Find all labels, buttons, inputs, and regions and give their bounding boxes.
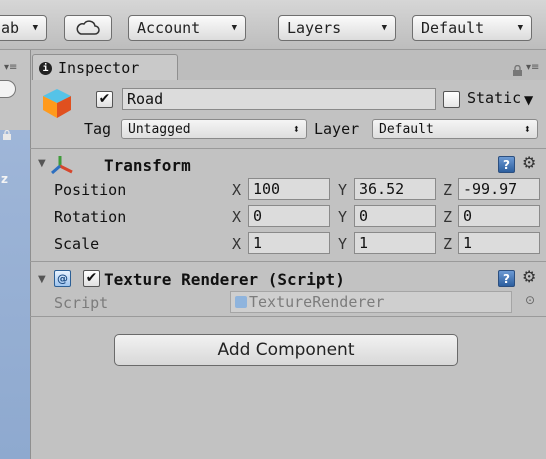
z-axis-label: Z	[443, 208, 453, 226]
layout-dropdown-label: Default	[421, 19, 485, 37]
layers-dropdown-label: Layers	[287, 19, 342, 37]
transform-title: Transform	[104, 156, 191, 175]
gameobject-name-field[interactable]: Road	[122, 88, 436, 110]
y-axis-label: Y	[338, 235, 348, 253]
cloud-icon	[76, 20, 100, 35]
position-x-field[interactable]: 100	[248, 178, 330, 200]
add-component-button[interactable]: Add Component	[114, 334, 458, 366]
tag-dropdown-value: Untagged	[128, 121, 191, 137]
scale-y-field[interactable]: 1	[354, 232, 436, 254]
divider	[30, 316, 546, 317]
info-icon: i	[39, 61, 52, 75]
position-z-field[interactable]: -99.97	[458, 178, 540, 200]
script-object-value: TextureRenderer	[249, 293, 385, 311]
script-component-icon: @	[54, 270, 71, 287]
rotation-y-value: 0	[359, 207, 369, 225]
position-x-value: 100	[253, 180, 281, 198]
position-y-field[interactable]: 36.52	[354, 178, 436, 200]
texture-renderer-title: Texture Renderer (Script)	[104, 270, 345, 289]
account-dropdown-label: Account	[137, 19, 201, 37]
updown-arrows-icon: ⬍	[292, 122, 300, 136]
x-axis-label: X	[232, 235, 242, 253]
updown-arrows-icon: ⬍	[523, 122, 531, 136]
layout-dropdown[interactable]: Default ▼	[412, 15, 532, 41]
position-y-value: 36.52	[359, 180, 405, 198]
object-picker-icon[interactable]: ⊙	[525, 293, 535, 307]
gameobject-name-value: Road	[127, 90, 164, 108]
transform-axes-icon	[50, 154, 74, 176]
gameobject-cube-icon	[40, 86, 74, 120]
layer-label: Layer	[314, 120, 360, 138]
panel-menu-icon[interactable]: ▾≡	[526, 62, 539, 73]
add-component-label: Add Component	[217, 340, 355, 360]
prefab-dropdown-label: ab	[1, 19, 20, 37]
layer-dropdown[interactable]: Default ⬍	[372, 119, 538, 139]
position-z-value: -99.97	[463, 180, 518, 198]
gameobject-active-checkbox[interactable]: ✔	[96, 91, 113, 108]
static-label: Static	[467, 89, 522, 107]
gear-icon[interactable]: ⚙	[522, 267, 536, 286]
rotation-y-field[interactable]: 0	[354, 205, 436, 227]
static-checkbox[interactable]	[443, 91, 460, 108]
script-file-icon	[235, 296, 247, 308]
chevron-down-icon: ▼	[517, 23, 523, 33]
z-axis-label: Z	[443, 181, 453, 199]
gear-icon[interactable]: ⚙	[522, 153, 536, 172]
scale-x-value: 1	[253, 234, 263, 252]
component-enabled-checkbox[interactable]: ✔	[83, 270, 100, 287]
scale-z-field[interactable]: 1	[458, 232, 540, 254]
script-object-field[interactable]: TextureRenderer	[230, 291, 512, 313]
static-dropdown-caret-icon[interactable]: ▼	[524, 93, 533, 107]
prefab-dropdown[interactable]: ab ▼	[0, 15, 47, 41]
divider	[30, 261, 546, 262]
rotation-x-value: 0	[253, 207, 263, 225]
z-axis-label: Z	[443, 235, 453, 253]
lock-icon[interactable]	[512, 62, 523, 76]
chevron-down-icon: ▼	[32, 23, 38, 33]
chevron-down-icon: ▼	[381, 23, 387, 33]
scale-y-value: 1	[359, 234, 369, 252]
tab-inspector[interactable]: i Inspector	[32, 54, 178, 81]
position-label: Position	[54, 181, 127, 199]
scene-axis-label: z	[1, 172, 8, 186]
help-book-icon[interactable]: ?	[498, 270, 515, 287]
rotation-label: Rotation	[54, 208, 127, 226]
rotation-z-field[interactable]: 0	[458, 205, 540, 227]
panel-menu-icon[interactable]: ▾≡	[4, 62, 17, 73]
rotation-z-value: 0	[463, 207, 473, 225]
tag-dropdown[interactable]: Untagged ⬍	[121, 119, 307, 139]
y-axis-label: Y	[338, 208, 348, 226]
tab-inspector-label: Inspector	[58, 59, 140, 77]
lock-icon	[2, 126, 12, 140]
rotation-x-field[interactable]: 0	[248, 205, 330, 227]
foldout-arrow-icon[interactable]: ▼	[38, 274, 46, 285]
x-axis-label: X	[232, 208, 242, 226]
scale-label: Scale	[54, 235, 100, 253]
help-book-icon[interactable]: ?	[498, 156, 515, 173]
x-axis-label: X	[232, 181, 242, 199]
layers-dropdown[interactable]: Layers ▼	[278, 15, 396, 41]
tag-label: Tag	[84, 120, 112, 138]
chevron-down-icon: ▼	[231, 23, 237, 33]
cloud-button[interactable]	[64, 15, 112, 41]
foldout-arrow-icon[interactable]: ▼	[38, 158, 46, 169]
account-dropdown[interactable]: Account ▼	[128, 15, 246, 41]
script-label: Script	[54, 294, 109, 312]
divider	[30, 148, 546, 149]
scale-z-value: 1	[463, 234, 473, 252]
scale-x-field[interactable]: 1	[248, 232, 330, 254]
layer-dropdown-value: Default	[379, 121, 434, 137]
y-axis-label: Y	[338, 181, 348, 199]
